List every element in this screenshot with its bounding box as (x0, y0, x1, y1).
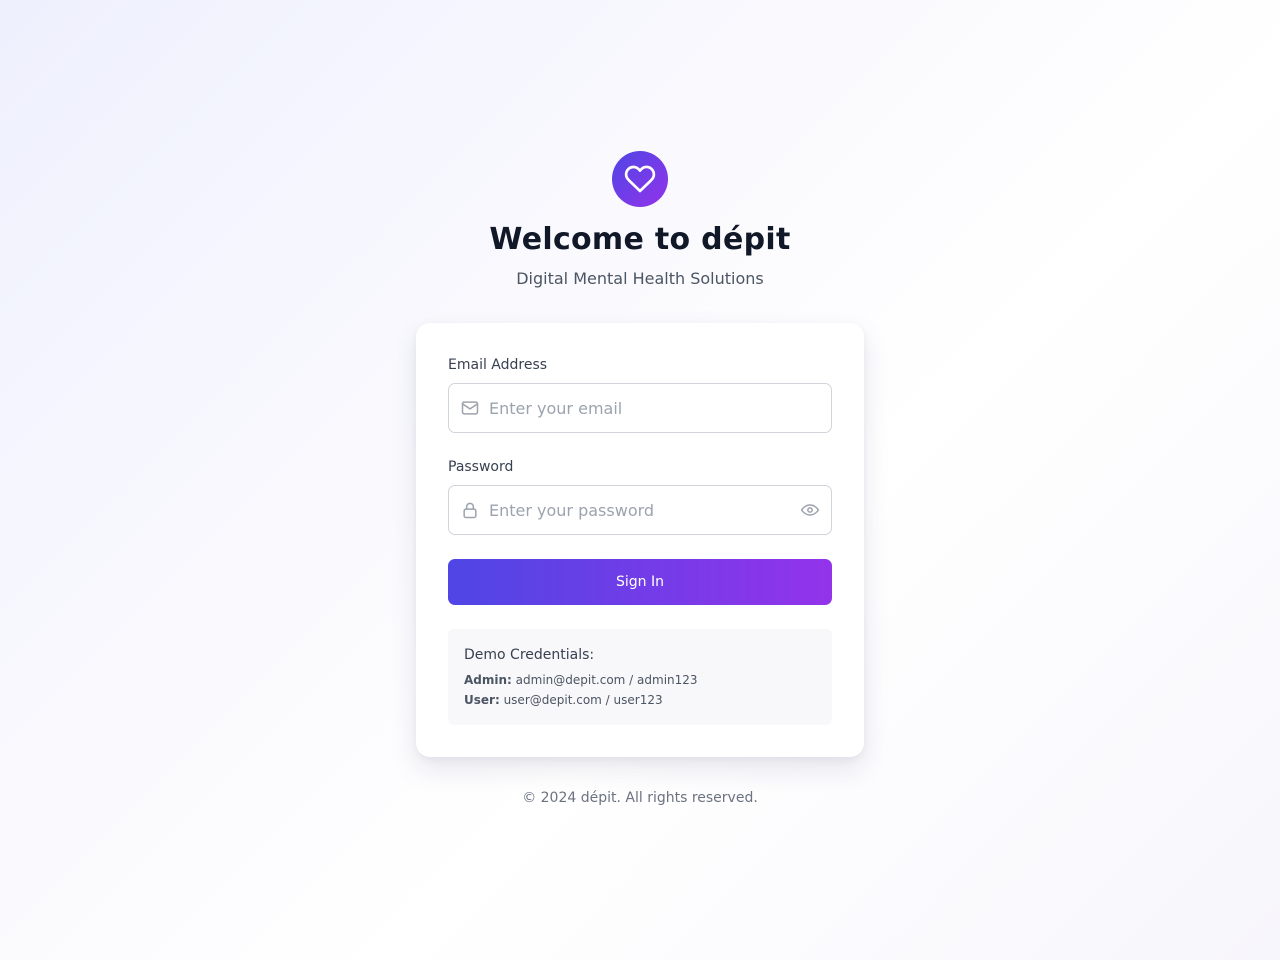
sign-in-button[interactable]: Sign In (448, 559, 832, 605)
demo-user-value: user@depit.com / user123 (503, 693, 663, 707)
email-input[interactable] (489, 384, 789, 432)
footer-copyright: © 2024 dépit. All rights reserved. (522, 790, 758, 806)
lock-icon (460, 500, 480, 520)
login-card: Email Address Password Sign In Demo Cr (416, 323, 864, 757)
demo-user-label: User: (464, 693, 500, 707)
email-label: Email Address (448, 357, 548, 373)
eye-icon[interactable] (799, 500, 821, 520)
app-logo (612, 151, 668, 207)
mail-icon (460, 398, 480, 418)
password-label: Password (448, 459, 514, 475)
page-title: Welcome to dépit (489, 222, 791, 257)
password-field[interactable] (448, 485, 832, 535)
demo-admin-line: Admin: admin@depit.com / admin123 (464, 673, 698, 687)
demo-admin-value: admin@depit.com / admin123 (515, 673, 698, 687)
demo-credentials-panel: Demo Credentials: Admin: admin@depit.com… (448, 629, 832, 725)
heart-icon (624, 165, 656, 193)
email-field[interactable] (448, 383, 832, 433)
password-input[interactable] (489, 486, 789, 534)
demo-user-line: User: user@depit.com / user123 (464, 693, 663, 707)
demo-credentials-title: Demo Credentials: (464, 647, 595, 663)
demo-admin-label: Admin: (464, 673, 512, 687)
page-subtitle: Digital Mental Health Solutions (516, 269, 764, 288)
